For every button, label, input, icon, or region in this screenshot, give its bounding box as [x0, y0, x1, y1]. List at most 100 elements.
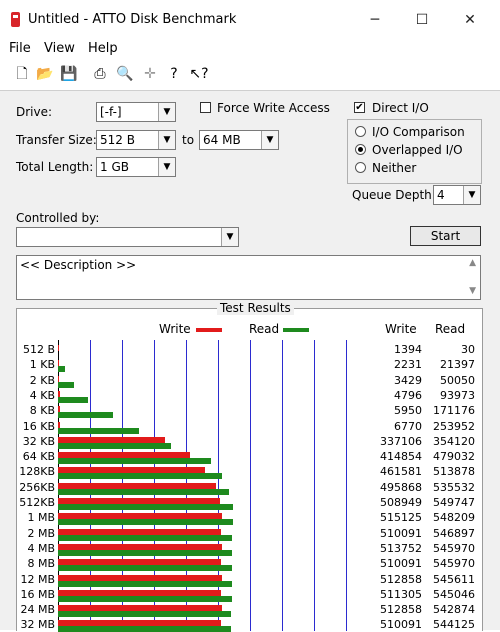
controlled-by-label: Controlled by: [16, 211, 99, 225]
read-bar [58, 596, 232, 602]
transfer-size-tick-label: 256KB [17, 481, 55, 494]
read-value: 542874 [422, 603, 475, 616]
write-value: 337106 [372, 435, 422, 448]
context-help-icon[interactable]: ↖? [189, 64, 209, 84]
test-results-title: Test Results [217, 301, 294, 315]
transfer-size-tick-label: 2 MB [17, 527, 55, 540]
drive-select[interactable]: [-f-] ▼ [96, 102, 176, 122]
transfer-size-tick-label: 4 MB [17, 542, 55, 555]
move-icon[interactable]: ✛ [140, 64, 160, 84]
chevron-down-icon: ▼ [221, 228, 238, 246]
scroll-down-icon[interactable]: ▼ [469, 286, 476, 296]
total-length-label: Total Length: [16, 160, 93, 174]
io-comparison-radio[interactable] [355, 126, 366, 137]
read-value: 93973 [422, 389, 475, 402]
chevron-down-icon: ▼ [463, 186, 480, 204]
total-length-value: 1 GB [100, 160, 129, 174]
read-value: 545970 [422, 542, 475, 555]
read-bar [58, 489, 229, 495]
read-value: 545970 [422, 557, 475, 570]
controlled-by-select[interactable]: ▼ [16, 227, 239, 247]
read-value: 513878 [422, 465, 475, 478]
write-value: 512858 [372, 603, 422, 616]
read-bar [58, 397, 88, 403]
transfer-size-tick-label: 16 KB [17, 420, 55, 433]
legend-read-swatch [283, 328, 309, 332]
transfer-size-tick-label: 512KB [17, 496, 55, 509]
read-value: 50050 [422, 374, 475, 387]
close-icon[interactable]: ✕ [455, 8, 485, 32]
write-value: 513752 [372, 542, 422, 555]
grid-line [346, 340, 347, 631]
direct-io-checkbox[interactable]: ✔ [354, 102, 365, 113]
neither-label: Neither [372, 161, 416, 175]
queue-depth-select[interactable]: 4 ▼ [433, 185, 481, 205]
new-file-icon[interactable]: 🗋 [12, 64, 32, 84]
read-value: 535532 [422, 481, 475, 494]
chevron-down-icon: ▼ [261, 131, 278, 149]
menu-bar: File View Help [0, 40, 500, 60]
help-icon[interactable]: ? [164, 64, 184, 84]
read-bar [58, 412, 113, 418]
atto-disk-icon [11, 12, 20, 27]
menu-help[interactable]: Help [88, 41, 118, 56]
read-value: 21397 [422, 358, 475, 371]
grid-line [282, 340, 283, 631]
chevron-down-icon: ▼ [158, 103, 175, 121]
write-value: 511305 [372, 588, 422, 601]
write-value: 2231 [372, 358, 422, 371]
force-write-checkbox[interactable] [200, 102, 211, 113]
read-bar [58, 626, 231, 632]
print-icon[interactable]: ⎙ [90, 64, 110, 84]
transfer-from-value: 512 B [100, 133, 135, 147]
read-column-header: Read [435, 322, 465, 336]
read-bar [58, 443, 171, 449]
save-icon[interactable]: 💾 [59, 64, 79, 84]
minimize-icon[interactable]: ─ [360, 8, 390, 32]
menu-view[interactable]: View [44, 41, 75, 56]
transfer-size-label: Transfer Size: [16, 133, 97, 147]
overlapped-io-radio[interactable] [355, 144, 366, 155]
total-length-select[interactable]: 1 GB ▼ [96, 157, 176, 177]
start-button[interactable]: Start [410, 226, 481, 246]
toolbar: 🗋 📂 💾 ⎙ 🔍 ✛ ? ↖? [0, 60, 500, 91]
transfer-size-from-select[interactable]: 512 B ▼ [96, 130, 176, 150]
description-text: << Description >> [20, 258, 136, 272]
neither-radio[interactable] [355, 162, 366, 173]
transfer-size-tick-label: 8 MB [17, 557, 55, 570]
drive-label: Drive: [16, 105, 52, 119]
print-preview-icon[interactable]: 🔍 [115, 64, 135, 84]
write-value: 4796 [372, 389, 422, 402]
read-bar [58, 428, 139, 434]
grid-line [218, 340, 219, 631]
title-bar: Untitled - ATTO Disk Benchmark ─ ☐ ✕ [0, 0, 500, 40]
read-value: 479032 [422, 450, 475, 463]
read-value: 30 [422, 343, 475, 356]
write-value: 414854 [372, 450, 422, 463]
maximize-icon[interactable]: ☐ [407, 8, 437, 32]
write-value: 510091 [372, 618, 422, 631]
write-value: 3429 [372, 374, 422, 387]
write-value: 515125 [372, 511, 422, 524]
transfer-size-to-select[interactable]: 64 MB ▼ [199, 130, 279, 150]
read-bar [58, 458, 211, 464]
scroll-up-icon[interactable]: ▲ [469, 258, 476, 268]
description-textarea[interactable]: << Description >> ▲ ▼ [16, 255, 481, 300]
transfer-size-tick-label: 512 B [17, 343, 55, 356]
read-bar [58, 565, 232, 571]
write-value: 508949 [372, 496, 422, 509]
read-value: 545611 [422, 573, 475, 586]
transfer-size-tick-label: 4 KB [17, 389, 55, 402]
read-bar [58, 550, 232, 556]
direct-io-label: Direct I/O [372, 101, 429, 115]
write-value: 1394 [372, 343, 422, 356]
menu-file[interactable]: File [9, 41, 31, 56]
read-value: 546897 [422, 527, 475, 540]
open-folder-icon[interactable]: 📂 [35, 64, 55, 84]
settings-panel: Drive: [-f-] ▼ Force Write Access ✔ Dire… [0, 91, 500, 630]
grid-line [250, 340, 251, 631]
transfer-size-tick-label: 16 MB [17, 588, 55, 601]
transfer-size-tick-label: 12 MB [17, 573, 55, 586]
read-bar [58, 473, 222, 479]
read-bar [58, 581, 232, 587]
